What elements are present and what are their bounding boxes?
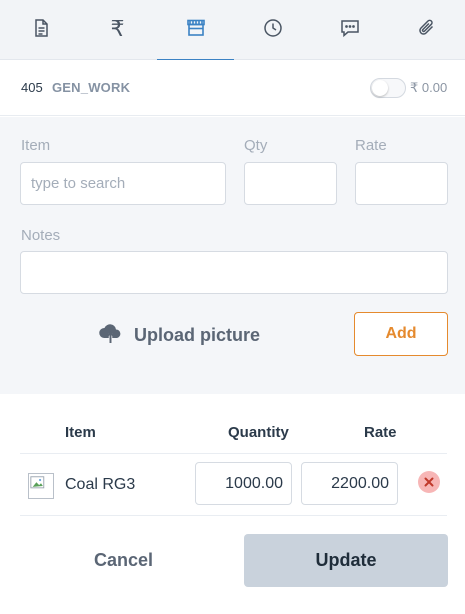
- document-icon: [30, 17, 52, 44]
- add-button[interactable]: Add: [354, 312, 448, 356]
- header-divider: [20, 453, 447, 454]
- rate-label: Rate: [355, 137, 387, 154]
- clock-icon: [262, 17, 284, 44]
- item-label: Item: [21, 137, 51, 154]
- qty-input[interactable]: [244, 162, 337, 205]
- column-header-rate: Rate: [364, 424, 397, 441]
- tab-comments[interactable]: [311, 0, 388, 60]
- tab-bar: ₹: [0, 0, 465, 61]
- rate-input[interactable]: [355, 162, 448, 205]
- rupee-icon: ₹: [110, 17, 125, 42]
- upload-picture-button[interactable]: Upload picture: [98, 322, 260, 348]
- add-item-form: Item Qty Rate Notes Upload picture Add: [0, 117, 465, 394]
- total-amount: ₹ 0.00: [410, 80, 448, 95]
- tab-history[interactable]: [234, 0, 311, 60]
- row-divider: [20, 515, 447, 516]
- close-icon: [424, 477, 434, 487]
- store-icon: [185, 17, 207, 44]
- row-quantity-input[interactable]: [195, 462, 292, 505]
- tab-details[interactable]: [2, 0, 79, 60]
- cancel-button[interactable]: Cancel: [20, 534, 227, 587]
- upload-picture-label: Upload picture: [134, 324, 261, 345]
- work-order-number: 405: [21, 80, 43, 95]
- paperclip-icon: [416, 17, 438, 44]
- amount-toggle[interactable]: [370, 78, 406, 98]
- item-search-input[interactable]: [20, 162, 226, 205]
- notes-label: Notes: [21, 227, 61, 244]
- cloud-upload-icon: [98, 321, 124, 350]
- work-order-header: 405 GEN_WORK ₹ 0.00: [0, 60, 465, 116]
- tab-items[interactable]: [157, 0, 234, 61]
- update-button[interactable]: Update: [244, 534, 448, 587]
- chat-icon: [339, 17, 361, 44]
- work-order-code: GEN_WORK: [52, 80, 131, 95]
- tab-payment[interactable]: ₹: [79, 0, 156, 60]
- notes-input[interactable]: [20, 251, 448, 294]
- row-rate-input[interactable]: [301, 462, 398, 505]
- column-header-quantity: Quantity: [228, 424, 289, 441]
- tab-attachments[interactable]: [388, 0, 465, 60]
- toggle-knob: [372, 80, 388, 96]
- qty-label: Qty: [244, 137, 268, 154]
- column-header-item: Item: [65, 424, 96, 441]
- delete-row-button[interactable]: [418, 471, 440, 493]
- item-thumbnail: [28, 473, 54, 499]
- row-item-name: Coal RG3: [65, 476, 136, 493]
